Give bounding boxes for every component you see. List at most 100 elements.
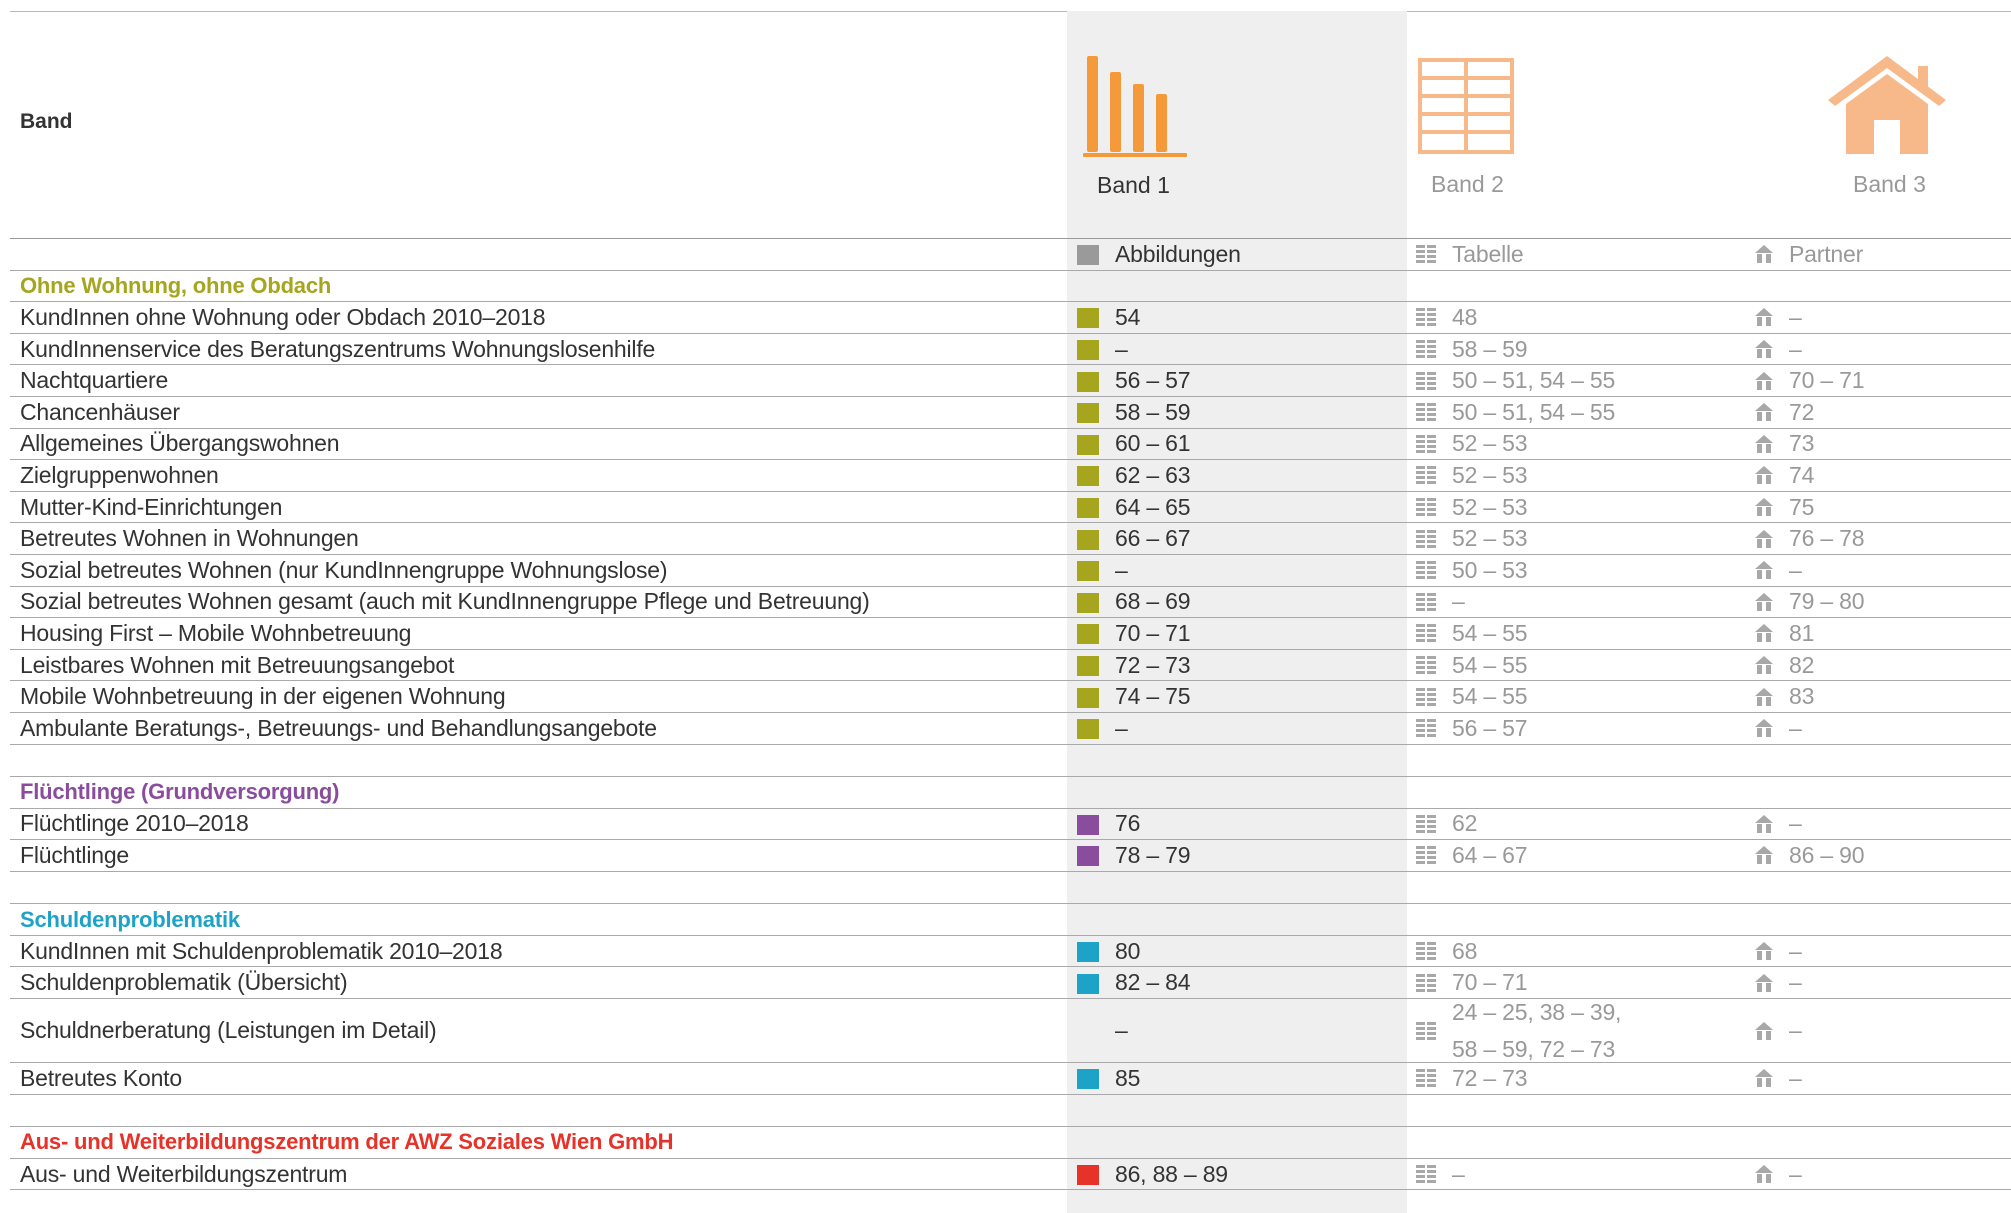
table-row: Aus- und Weiterbildungszentrum 86, 88 – … <box>10 1159 2011 1191</box>
house-small-icon <box>1755 942 1773 961</box>
band1-pages: 86, 88 – 89 <box>1077 1159 1228 1190</box>
b1-value: 72 – 73 <box>1115 651 1191 678</box>
house-small-icon <box>1755 371 1773 390</box>
b2-value: 68 <box>1452 937 1478 964</box>
band2-pages: 64 – 67 <box>1416 840 1528 871</box>
band3-pages: 74 <box>1755 460 1814 491</box>
b1-value: 62 – 63 <box>1115 461 1191 488</box>
table-row: Allgemeines Übergangswohnen 60 – 61 52 –… <box>10 429 2011 461</box>
b2-value: 50 – 51, 54 – 55 <box>1452 367 1616 394</box>
b2-value: 52 – 53 <box>1452 493 1528 520</box>
band2-pages: 50 – 53 <box>1416 555 1528 586</box>
section-title: Ohne Wohnung, ohne Obdach <box>20 272 332 298</box>
band2-pages: 48 <box>1416 302 1477 333</box>
house-small-icon <box>1755 656 1773 675</box>
band2-pages: 54 – 55 <box>1416 618 1528 649</box>
bars-icon <box>1077 371 1099 392</box>
house-small-icon <box>1755 814 1773 833</box>
b2-value: 52 – 53 <box>1452 525 1528 552</box>
col-tabelle-label: Tabelle <box>1452 240 1524 267</box>
b3-value: 74 <box>1789 461 1815 488</box>
band1-pages: 68 – 69 <box>1077 587 1191 618</box>
table-small-icon <box>1416 719 1436 738</box>
table-small-icon <box>1416 340 1436 359</box>
top-rule <box>10 11 2011 12</box>
b2-value: 72 – 73 <box>1452 1064 1528 1091</box>
b3-value: – <box>1789 969 1802 996</box>
band1-pages: 72 – 73 <box>1077 650 1191 681</box>
table-small-icon <box>1416 687 1436 706</box>
table-row: Schuldnerberatung (Leistungen im Detail)… <box>10 999 2011 1064</box>
row-label: Aus- und Weiterbildungszentrum <box>20 1160 348 1187</box>
bars-icon <box>1077 656 1099 677</box>
b1-value: 56 – 57 <box>1115 367 1191 394</box>
section-title: Aus- und Weiterbildungszentrum der AWZ S… <box>20 1129 674 1155</box>
row-label: Mobile Wohnbetreuung in der eigenen Wohn… <box>20 683 506 710</box>
band3-pages: – <box>1755 302 1802 333</box>
table-row: Sozial betreutes Wohnen gesamt (auch mit… <box>10 587 2011 619</box>
band2-pages: 52 – 53 <box>1416 460 1528 491</box>
table-row: Ambulante Beratungs-, Betreuungs- und Be… <box>10 713 2011 745</box>
section-header: Ohne Wohnung, ohne Obdach <box>10 271 2011 303</box>
bars-icon <box>1077 1165 1099 1186</box>
row-label: Sozial betreutes Wohnen gesamt (auch mit… <box>20 588 870 615</box>
house-small-icon <box>1755 1165 1773 1184</box>
b3-value: – <box>1789 1160 1802 1187</box>
band2-pages: 54 – 55 <box>1416 681 1528 712</box>
house-small-icon <box>1755 719 1773 738</box>
table-row: Mutter-Kind-Einrichtungen 64 – 65 52 – 5… <box>10 492 2011 524</box>
row-label: Housing First – Mobile Wohnbetreuung <box>20 619 412 646</box>
table-row: Betreutes Wohnen in Wohnungen 66 – 67 52… <box>10 523 2011 555</box>
table-row: Mobile Wohnbetreuung in der eigenen Wohn… <box>10 681 2011 713</box>
row-label: KundInnen ohne Wohnung oder Obdach 2010–… <box>20 303 546 330</box>
b1-value: – <box>1115 335 1128 362</box>
band1-pages: 64 – 65 <box>1077 492 1191 523</box>
house-small-icon <box>1755 624 1773 643</box>
row-label: Allgemeines Übergangswohnen <box>20 430 340 457</box>
b1-value: 86, 88 – 89 <box>1115 1160 1228 1187</box>
band-2-label: Band 2 <box>1431 171 1504 197</box>
b3-value: 76 – 78 <box>1789 525 1865 552</box>
band1-pages: 74 – 75 <box>1077 681 1191 712</box>
bars-icon <box>1077 308 1099 329</box>
b1-value: 76 <box>1115 810 1141 837</box>
col-abbildungen-label: Abbildungen <box>1115 240 1241 267</box>
b3-value: – <box>1789 714 1802 741</box>
b2-value: 52 – 53 <box>1452 430 1528 457</box>
band1-pages: – <box>1077 334 1128 365</box>
col-tabelle: Tabelle <box>1416 239 1524 270</box>
band2-pages: 62 <box>1416 809 1477 840</box>
band2-pages: 54 – 55 <box>1416 650 1528 681</box>
band2-pages: 52 – 53 <box>1416 429 1528 460</box>
band3-pages: 86 – 90 <box>1755 840 1865 871</box>
band3-pages: – <box>1755 967 1802 998</box>
b3-value: 81 <box>1789 619 1815 646</box>
b1-value: 85 <box>1115 1064 1141 1091</box>
row-label: KundInnen mit Schuldenproblematik 2010–2… <box>20 937 503 964</box>
b1-value: 74 – 75 <box>1115 683 1191 710</box>
col-partner: Partner <box>1755 239 1863 270</box>
band2-pages: – <box>1416 1159 1465 1190</box>
b1-value: – <box>1115 714 1128 741</box>
section-spacer <box>10 745 2011 777</box>
table-small-icon <box>1416 624 1436 643</box>
table-small-icon <box>1416 1165 1436 1184</box>
band3-pages: 79 – 80 <box>1755 587 1865 618</box>
band2-pages: 58 – 59 <box>1416 334 1528 365</box>
band3-pages: 82 <box>1755 650 1814 681</box>
table-row: Flüchtlinge 78 – 79 64 – 67 86 – 90 <box>10 840 2011 872</box>
row-label: Leistbares Wohnen mit Betreuungsangebot <box>20 651 455 678</box>
band1-pages: 78 – 79 <box>1077 840 1191 871</box>
band1-pages: 85 <box>1077 1063 1140 1094</box>
band2-pages: 50 – 51, 54 – 55 <box>1416 365 1615 396</box>
band3-pages: 75 <box>1755 492 1814 523</box>
house-small-icon <box>1755 434 1773 453</box>
row-label: Mutter-Kind-Einrichtungen <box>20 493 283 520</box>
b2-value: 50 – 53 <box>1452 556 1528 583</box>
band2-pages: 24 – 25, 38 – 39, 58 – 59, 72 – 73 <box>1416 999 1621 1062</box>
table-small-icon <box>1416 942 1436 961</box>
house-small-icon <box>1755 973 1773 992</box>
b3-value: 82 <box>1789 651 1815 678</box>
b1-value: 78 – 79 <box>1115 841 1191 868</box>
house-small-icon <box>1755 466 1773 485</box>
